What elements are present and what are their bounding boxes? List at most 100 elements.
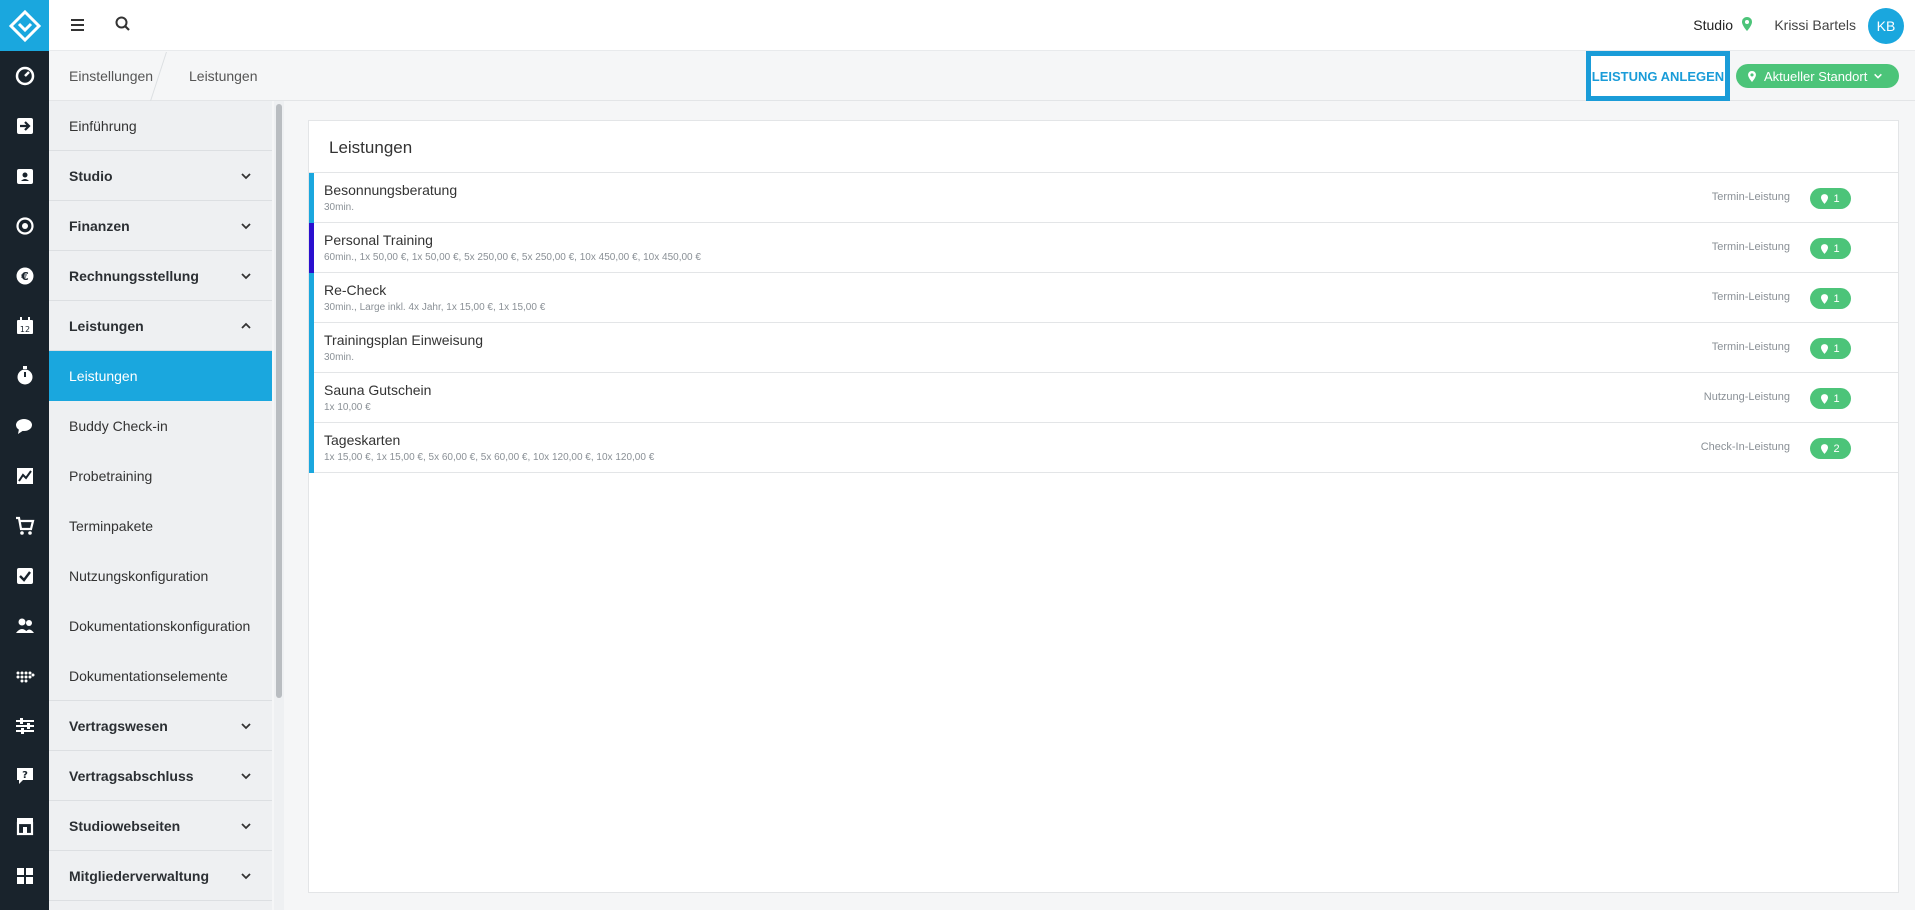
calendar-icon[interactable]: 12 [0,301,49,351]
sidebar-item-label: Studio [69,167,113,184]
devices-icon[interactable] [0,651,49,701]
location-count-badge: 1 [1810,288,1851,309]
sidebar-item-label: Vertragswesen [69,717,168,734]
sidebar-scrollbar-thumb[interactable] [276,104,282,698]
item-details: 60min., 1x 50,00 €, 1x 50,00 €, 5x 250,0… [324,252,701,263]
sidebar-item-probetraining[interactable]: Probetraining [49,451,272,501]
settings-sidebar: Einführung Studio Finanzen Rechnungsstel… [49,101,272,910]
sidebar-item-terminpakete[interactable]: Terminpakete [49,501,272,551]
sidebar-item-label: Leistungen [69,368,138,384]
sidebar-item-dokumentationskonfiguration[interactable]: Dokumentationskonfiguration [49,601,272,651]
color-stripe [309,273,314,323]
item-name: Besonnungsberatung [324,182,458,198]
sliders-icon[interactable] [0,701,49,751]
location-pin-icon [1748,70,1756,82]
item-details: 1x 15,00 €, 1x 15,00 €, 5x 60,00 €, 5x 6… [324,452,655,463]
sidebar-item-label: Leistungen [69,317,144,334]
chart-icon[interactable] [0,451,49,501]
item-details: 1x 10,00 € [324,402,371,413]
item-name: Personal Training [324,232,433,248]
list-item[interactable]: Besonnungsberatung 30min. Termin-Leistun… [309,173,1898,223]
sidebar-section-finanzen[interactable]: Finanzen [49,201,272,251]
chevron-up-icon [241,322,251,329]
shop-icon[interactable] [0,801,49,851]
location-count-badge: 1 [1810,338,1851,359]
badge-count: 1 [1833,242,1840,255]
page-title: Leistungen [329,138,413,157]
help-icon[interactable]: ? [0,751,49,801]
sidebar-section-mitgliederverwaltung[interactable]: Mitgliederverwaltung [49,851,272,901]
sidebar-item-label: Einführung [69,117,137,134]
contacts-icon[interactable] [0,151,49,201]
sidebar-item-dokumentationselemente[interactable]: Dokumentationselemente [49,651,272,701]
sidebar-item-buddy-checkin[interactable]: Buddy Check-in [49,401,272,451]
user-name[interactable]: Krissi Bartels [1774,17,1856,33]
tasks-icon[interactable] [0,551,49,601]
sidebar-item-label: Mitgliederverwaltung [69,867,210,884]
sidebar-item-nutzungskonfiguration[interactable]: Nutzungskonfiguration [49,551,272,601]
badge-count: 1 [1833,292,1840,305]
item-details: 30min. [324,352,355,363]
hamburger-menu-icon[interactable] [69,16,87,34]
list-item[interactable]: Re-Check 30min., Large inkl. 4x Jahr, 1x… [309,273,1898,323]
euro-icon[interactable]: € [0,251,49,301]
item-type: Check-In-Leistung [1700,441,1790,453]
item-name: Trainingsplan Einweisung [324,332,484,348]
item-type: Termin-Leistung [1711,241,1790,253]
list-item[interactable]: Trainingsplan Einweisung 30min. Termin-L… [309,323,1898,373]
list-item[interactable]: Tageskarten 1x 15,00 €, 1x 15,00 €, 5x 6… [309,423,1898,473]
location-dropdown-label: Aktueller Standort [1764,68,1868,84]
leistung-anlegen-button[interactable]: LEISTUNG ANLEGEN [1586,51,1730,101]
chevron-down-icon [241,773,251,780]
sidebar-section-vertragsabschluss[interactable]: Vertragsabschluss [49,751,272,801]
breadcrumb-einstellungen[interactable]: Einstellungen [69,68,153,84]
settings-gear-icon[interactable] [0,201,49,251]
checkin-icon[interactable] [0,101,49,151]
chat-icon[interactable] [0,401,49,451]
icon-rail: € 12 ? [0,0,49,910]
sidebar-section-leistungen[interactable]: Leistungen [49,301,272,351]
location-pin-icon [1742,17,1752,36]
badge-count: 2 [1833,442,1840,455]
sidebar-item-label: Dokumentationskonfiguration [69,618,251,634]
avatar[interactable]: KB [1868,8,1904,44]
chevron-down-icon [241,723,251,730]
leistungen-list: Besonnungsberatung 30min. Termin-Leistun… [309,172,1898,473]
chevron-down-icon [241,873,251,880]
sidebar-item-label: Studiowebseiten [69,817,181,834]
color-stripe [309,173,314,223]
sidebar-item-leistungen[interactable]: Leistungen [49,351,272,401]
color-stripe [309,423,314,473]
sidebar-item-label: Finanzen [69,217,130,234]
item-name: Re-Check [324,282,387,298]
chevron-down-icon [241,173,251,180]
dashboard-icon[interactable] [0,51,49,101]
chevron-down-icon [241,273,251,280]
cart-icon[interactable] [0,501,49,551]
members-icon[interactable] [0,601,49,651]
search-icon[interactable] [114,15,132,33]
sidebar-section-studio[interactable]: Studio [49,151,272,201]
sidebar-item-label: Vertragsabschluss [69,767,194,784]
studio-label[interactable]: Studio [1693,17,1733,33]
location-dropdown[interactable]: Aktueller Standort [1736,64,1899,88]
sidebar-section-vertragswesen[interactable]: Vertragswesen [49,701,272,751]
item-name: Tageskarten [324,432,401,448]
location-count-badge: 1 [1810,238,1851,259]
list-item[interactable]: Personal Training 60min., 1x 50,00 €, 1x… [309,223,1898,273]
chevron-down-icon [241,823,251,830]
sidebar-item-label: Probetraining [69,468,153,484]
sidebar-section-studiowebseiten[interactable]: Studiowebseiten [49,801,272,851]
breadcrumb-leistungen: Leistungen [189,68,258,84]
chevron-down-icon [1874,73,1883,79]
color-stripe [309,323,314,373]
sidebar-item-einfuehrung[interactable]: Einführung [49,101,272,151]
apps-icon[interactable] [0,851,49,901]
stopwatch-icon[interactable] [0,351,49,401]
sidebar-section-rechnungsstellung[interactable]: Rechnungsstellung [49,251,272,301]
chevron-down-icon [241,223,251,230]
badge-count: 1 [1833,392,1840,405]
app-logo[interactable] [0,0,49,51]
item-details: 30min. [324,202,355,213]
list-item[interactable]: Sauna Gutschein 1x 10,00 € Nutzung-Leist… [309,373,1898,423]
